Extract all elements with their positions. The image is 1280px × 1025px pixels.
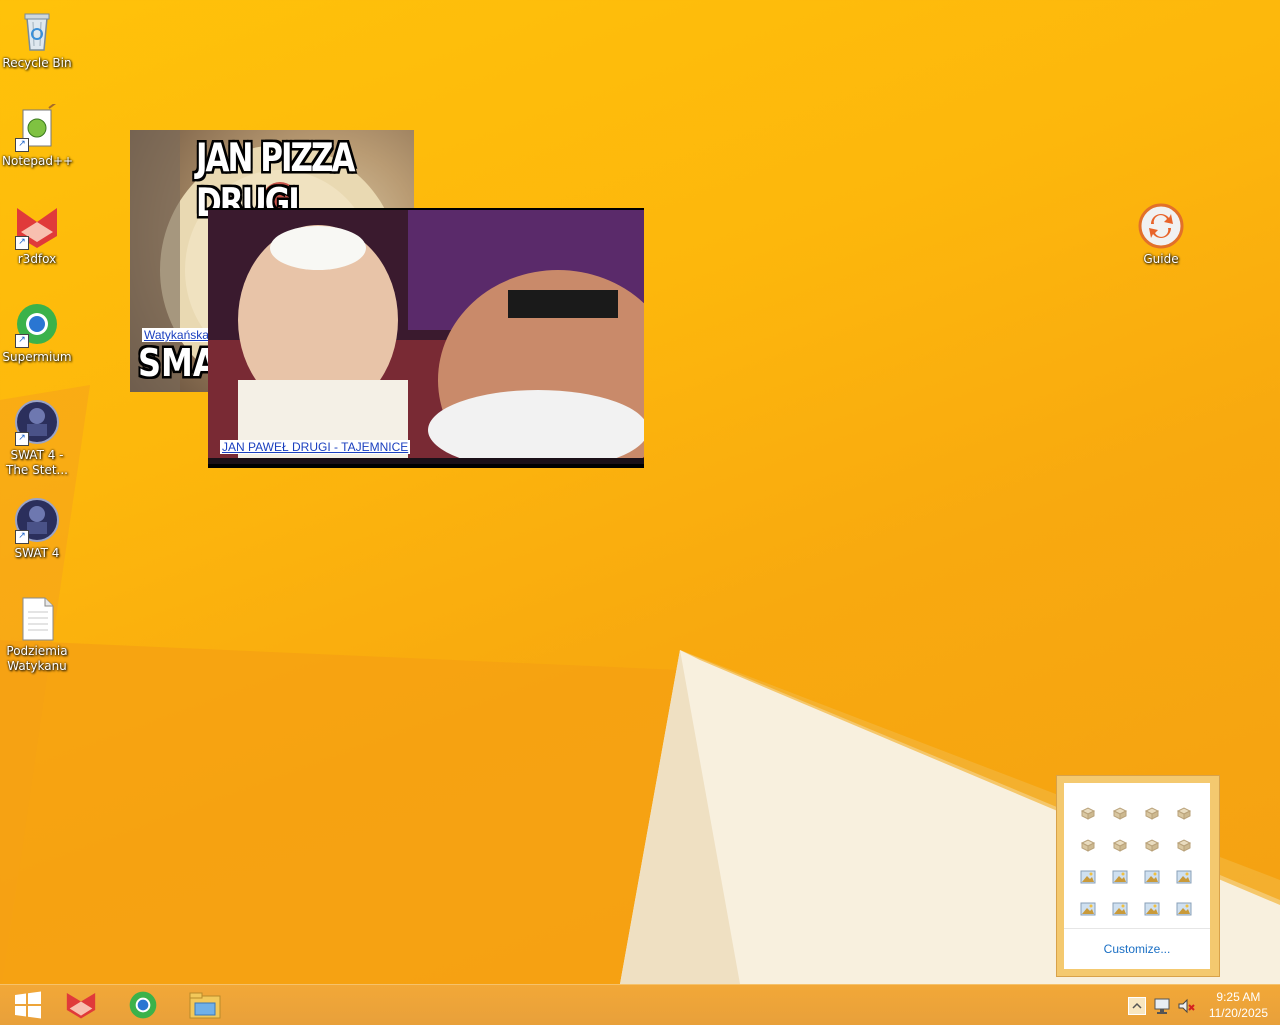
taskbar-clock[interactable]: 9:25 AM 11/20/2025 xyxy=(1209,989,1268,1021)
desktop-icon-label: Notepad++ xyxy=(2,154,74,168)
shortcut-arrow-icon: ↗ xyxy=(15,236,29,250)
tray-image-icon[interactable] xyxy=(1144,901,1160,917)
tray-generic-icon[interactable] xyxy=(1144,837,1160,853)
r3dfox-icon xyxy=(66,992,96,1019)
desktop-icon-swat4[interactable]: ↗ SWAT 4 xyxy=(2,496,72,561)
desktop-icon-label: Supermium xyxy=(2,350,72,364)
desktop-icon-podziemia-watykanu[interactable]: Podziemia Watykanu xyxy=(2,594,72,674)
taskbar: 9:25 AM 11/20/2025 xyxy=(0,984,1280,1025)
tray-image-icon[interactable] xyxy=(1176,869,1192,885)
swat4-stetchkov-icon: ↗ xyxy=(13,398,61,446)
r3dfox-icon: ↗ xyxy=(13,202,61,250)
thumbnail-photo xyxy=(208,210,644,458)
supermium-icon: ↗ xyxy=(13,300,61,348)
tray-generic-icon[interactable] xyxy=(1080,837,1096,853)
desktop-icon-label: r3dfox xyxy=(17,252,57,266)
notepad-plus-plus-icon: ↗ xyxy=(13,101,61,152)
tray-generic-icon[interactable] xyxy=(1176,837,1192,853)
start-button[interactable] xyxy=(0,985,56,1025)
shortcut-arrow-icon: ↗ xyxy=(15,432,29,446)
supermium-icon xyxy=(129,991,157,1019)
desktop-icon-label: Podziemia Watykanu xyxy=(6,644,68,673)
tray-generic-icon[interactable] xyxy=(1112,805,1128,821)
guide-sync-icon xyxy=(1137,202,1185,250)
tray-image-icon[interactable] xyxy=(1080,901,1096,917)
windows-logo-icon xyxy=(15,991,41,1019)
tray-image-icon[interactable] xyxy=(1144,869,1160,885)
customize-link[interactable]: Customize... xyxy=(1064,928,1210,969)
recycle-bin-icon xyxy=(13,6,61,54)
desktop-icon-notepad-plus-plus[interactable]: ↗ Notepad++ xyxy=(2,101,74,169)
desktop-icon-label: Guide xyxy=(1143,252,1179,266)
tray-generic-icon[interactable] xyxy=(1144,805,1160,821)
notification-overflow-panel: Customize... xyxy=(1064,783,1210,969)
desktop-icon-swat4-stetchkov[interactable]: ↗ SWAT 4 - The Stet... xyxy=(2,398,72,478)
desktop-icon-guide[interactable]: Guide xyxy=(1126,202,1196,267)
tray-generic-icon[interactable] xyxy=(1112,837,1128,853)
tray-image-icon[interactable] xyxy=(1080,869,1096,885)
file-explorer-taskbar-button[interactable] xyxy=(177,985,233,1025)
thumbnail-caption-link[interactable]: JAN PAWEŁ DRUGI - TAJEMNICE xyxy=(220,440,411,454)
tray-image-icon[interactable] xyxy=(1112,869,1128,885)
desktop-icon-recycle-bin[interactable]: Recycle Bin xyxy=(2,6,72,71)
r3dfox-taskbar-button[interactable] xyxy=(53,985,109,1025)
notification-overflow-popup: Customize... xyxy=(1056,775,1220,977)
tray-image-icon[interactable] xyxy=(1112,901,1128,917)
desktop-icon-label: Recycle Bin xyxy=(2,56,72,70)
text-document-icon xyxy=(13,594,61,642)
thumbnail-jan-pawel-drugi[interactable]: JAN PAWEŁ DRUGI - TAJEMNICE xyxy=(208,208,644,468)
network-icon[interactable] xyxy=(1153,997,1171,1015)
folder-icon xyxy=(189,992,221,1019)
shortcut-arrow-icon: ↗ xyxy=(15,334,29,348)
clock-date: 11/20/2025 xyxy=(1208,1006,1268,1020)
desktop-icon-supermium[interactable]: ↗ Supermium xyxy=(2,300,72,365)
show-hidden-icons-chevron-icon[interactable] xyxy=(1128,997,1146,1015)
desktop-icon-label: SWAT 4 - The Stet... xyxy=(6,448,68,477)
shortcut-arrow-icon: ↗ xyxy=(15,530,29,544)
supermium-taskbar-button[interactable] xyxy=(115,985,171,1025)
tray-generic-icon[interactable] xyxy=(1080,805,1096,821)
tray-image-icon[interactable] xyxy=(1176,901,1192,917)
swat4-icon: ↗ xyxy=(13,496,61,544)
desktop-icon-r3dfox[interactable]: ↗ r3dfox xyxy=(2,202,72,267)
volume-muted-icon[interactable] xyxy=(1177,997,1195,1015)
shortcut-arrow-icon: ↗ xyxy=(15,138,29,152)
tray-generic-icon[interactable] xyxy=(1176,805,1192,821)
desktop-icon-label: SWAT 4 xyxy=(14,546,60,560)
clock-time: 9:25 AM xyxy=(1216,990,1261,1004)
